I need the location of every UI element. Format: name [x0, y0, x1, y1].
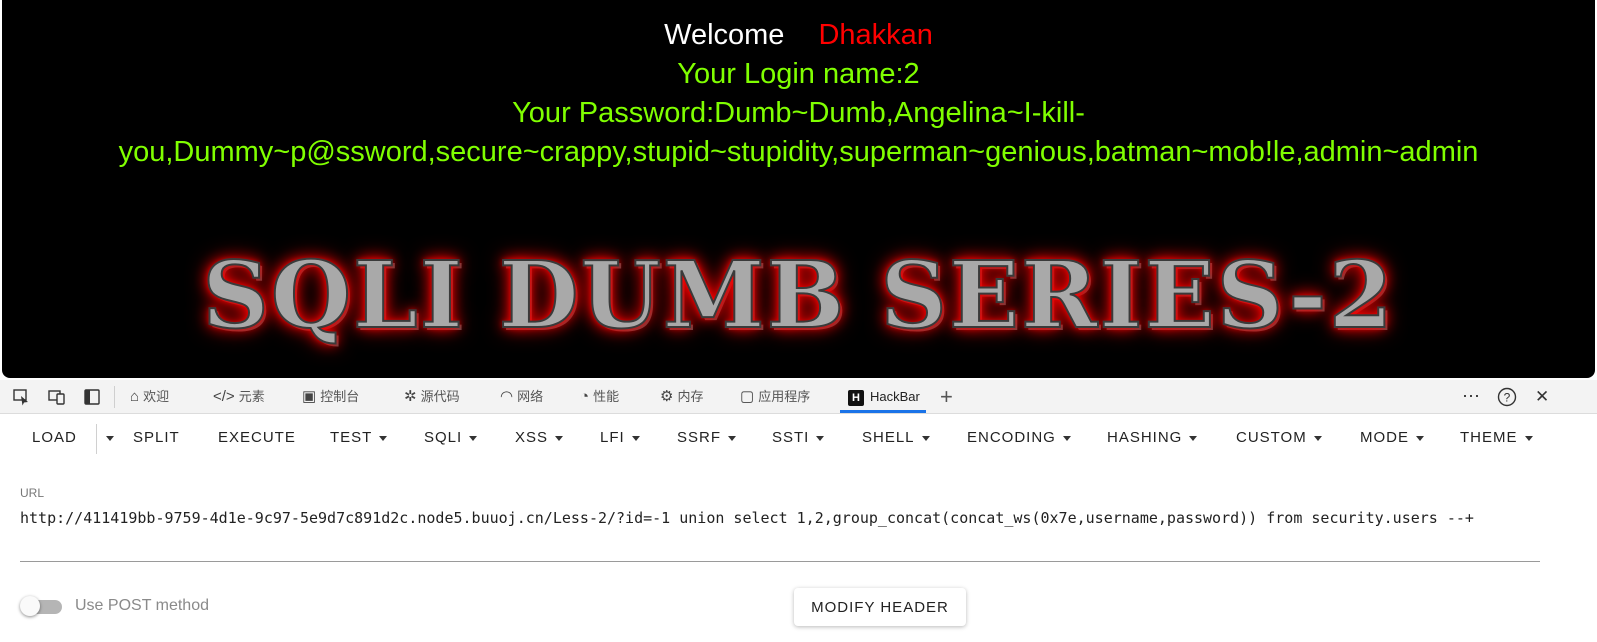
home-icon: ⌂ — [130, 388, 140, 405]
sqli-banner-logo: SQLI DUMB SERIES-2 — [201, 240, 1395, 350]
load-dropdown-button[interactable] — [99, 414, 114, 464]
xss-menu-button[interactable]: XSS — [515, 414, 564, 464]
post-method-label: Use POST method — [75, 597, 209, 614]
divider — [114, 386, 115, 408]
hackbar-toolbar: LOAD SPLIT EXECUTE TEST SQLI XSS LFI SSR… — [0, 414, 1597, 464]
ssti-menu-button[interactable]: SSTI — [772, 414, 825, 464]
lfi-menu-button[interactable]: LFI — [600, 414, 640, 464]
caret-down-icon — [379, 435, 388, 441]
inspect-element-icon[interactable] — [11, 387, 31, 407]
tab-performance[interactable]: ◔ 性能 — [580, 380, 619, 413]
hashing-menu-button[interactable]: HASHING — [1107, 414, 1198, 464]
post-method-toggle[interactable] — [20, 596, 62, 616]
tab-console[interactable]: ▣ 控制台 — [302, 380, 359, 413]
tab-memory[interactable]: ⚙ 内存 — [660, 380, 703, 413]
caret-down-icon — [1416, 435, 1424, 441]
modify-header-button[interactable]: MODIFY HEADER — [794, 588, 966, 626]
devtools-tab-bar: ⌂ 欢迎 </> 元素 ▣ 控制台 ✲ 源代码 ◠ 网络 ◔ 性能 ⚙ 内存 ▢ 应用程序 HH… — [0, 380, 1597, 414]
ssrf-menu-button[interactable]: SSRF — [677, 414, 737, 464]
help-icon[interactable]: ? — [1497, 387, 1517, 407]
welcome-text: Welcome — [664, 19, 785, 51]
wifi-icon: ◠ — [500, 388, 514, 405]
tab-application[interactable]: ▢ 应用程序 — [740, 380, 810, 413]
load-button[interactable]: LOAD — [32, 414, 77, 464]
caret-down-icon — [1313, 435, 1322, 441]
gauge-icon: ◔ — [580, 388, 590, 405]
web-page: Welcome Dhakkan Your Login name:2 Your Pa… — [0, 0, 1597, 380]
encoding-menu-button[interactable]: ENCODING — [967, 414, 1071, 464]
caret-down-icon — [1062, 435, 1071, 441]
tab-welcome[interactable]: ⌂ 欢迎 — [130, 380, 169, 413]
login-name-line: Your Login name:2 — [677, 58, 920, 90]
url-label: URL — [20, 486, 45, 500]
divider — [96, 424, 97, 454]
caret-down-icon — [106, 435, 114, 441]
custom-menu-button[interactable]: CUSTOM — [1236, 414, 1322, 464]
more-icon[interactable]: ⋯ — [1462, 380, 1480, 413]
tab-elements[interactable]: </> 元素 — [213, 380, 265, 413]
device-emulation-icon[interactable] — [47, 387, 67, 407]
tab-network[interactable]: ◠ 网络 — [500, 380, 543, 413]
split-button[interactable]: SPLIT — [133, 414, 180, 464]
close-devtools-button[interactable]: ✕ — [1535, 380, 1549, 413]
window-icon: ▢ — [740, 388, 755, 405]
svg-text:?: ? — [1504, 391, 1511, 405]
theme-menu-button[interactable]: THEME — [1460, 414, 1533, 464]
password-line-2: you,Dummy~p@ssword,secure~crappy,stupid~… — [118, 136, 1479, 168]
page-content: Welcome Dhakkan Your Login name:2 Your Pa… — [2, 0, 1595, 378]
mode-menu-button[interactable]: MODE — [1360, 414, 1424, 464]
code-icon: </> — [213, 388, 235, 405]
tab-sources[interactable]: ✲ 源代码 — [404, 380, 460, 413]
console-icon: ▣ — [302, 388, 317, 405]
caret-down-icon — [1524, 435, 1533, 441]
caret-down-icon — [555, 435, 564, 441]
url-textarea[interactable]: http://411419bb-9759-4d1e-9c97-5e9d7c891… — [20, 505, 1540, 532]
welcome-name: Dhakkan — [818, 19, 933, 51]
caret-down-icon — [816, 435, 825, 441]
caret-down-icon — [1189, 435, 1198, 441]
url-underline — [20, 561, 1540, 562]
test-menu-button[interactable]: TEST — [330, 414, 388, 464]
welcome-line: Welcome Dhakkan — [2, 15, 1595, 55]
shell-menu-button[interactable]: SHELL — [862, 414, 930, 464]
bug-icon: ✲ — [404, 388, 417, 405]
caret-down-icon — [631, 435, 640, 441]
dock-panel-icon[interactable] — [82, 387, 102, 407]
execute-button[interactable]: EXECUTE — [218, 414, 296, 464]
chip-icon: ⚙ — [660, 388, 674, 405]
tab-hackbar[interactable]: H HackBar — [840, 380, 926, 413]
caret-down-icon — [921, 435, 930, 441]
caret-down-icon — [728, 435, 737, 441]
hackbar-logo-icon: H — [848, 389, 864, 406]
toggle-knob — [20, 596, 40, 616]
sqli-menu-button[interactable]: SQLI — [424, 414, 478, 464]
add-tab-button[interactable]: + — [940, 380, 953, 413]
password-line-1: Your Password:Dumb~Dumb,Angelina~I-kill- — [512, 97, 1085, 129]
caret-down-icon — [469, 435, 478, 441]
